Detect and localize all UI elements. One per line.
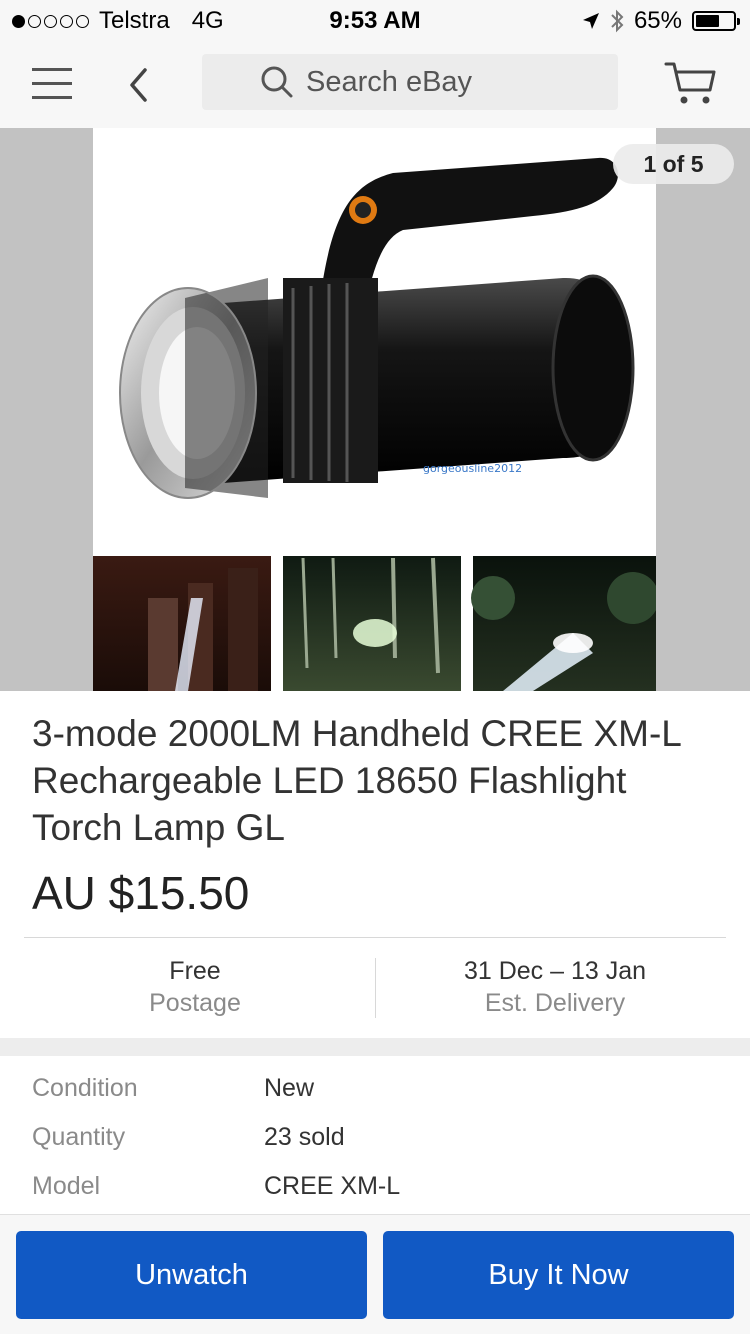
spec-row-model: Model CREE XM-L	[32, 1172, 722, 1208]
postage-secondary: Postage	[149, 989, 241, 1017]
spec-value: CREE XM-L	[264, 1172, 401, 1200]
postage-primary: Free	[169, 957, 221, 985]
spec-row-quantity: Quantity 23 sold	[32, 1123, 722, 1159]
nav-bar: Search eBay	[0, 42, 750, 128]
spec-row-condition: Condition New	[32, 1074, 722, 1110]
delivery-primary: 31 Dec – 13 Jan	[463, 957, 647, 985]
product-image[interactable]: gorgeousline2012	[93, 128, 656, 691]
postage-info: Free Postage	[20, 955, 370, 1019]
back-chevron-icon[interactable]	[118, 60, 158, 110]
status-right: 65%	[582, 7, 740, 35]
flashlight-illustration: gorgeousline2012	[93, 157, 656, 691]
battery-icon	[692, 11, 740, 31]
bluetooth-icon	[611, 9, 624, 33]
unwatch-button[interactable]: Unwatch	[16, 1231, 367, 1319]
listing-price: AU $15.50	[32, 867, 250, 919]
spec-value: New	[264, 1074, 315, 1102]
hamburger-menu-icon[interactable]	[32, 68, 72, 100]
delivery-secondary: Est. Delivery	[484, 989, 626, 1017]
image-gallery[interactable]: gorgeousline2012 1 of 5	[0, 128, 750, 691]
action-bar: Unwatch Buy It Now	[0, 1214, 750, 1334]
watermark-text: gorgeousline2012	[423, 462, 522, 475]
search-icon	[261, 66, 293, 98]
search-placeholder: Search eBay	[306, 65, 473, 98]
info-separator	[375, 958, 376, 1018]
listing-title: 3-mode 2000LM Handheld CREE XM-L Recharg…	[32, 713, 681, 848]
spec-label: Quantity	[32, 1123, 126, 1151]
spec-label: Condition	[32, 1074, 138, 1102]
location-arrow-icon	[582, 13, 599, 29]
cart-icon[interactable]	[664, 60, 718, 108]
delivery-info: 31 Dec – 13 Jan Est. Delivery	[380, 955, 730, 1019]
battery-percent: 65%	[633, 7, 682, 34]
spec-label: Model	[32, 1172, 101, 1200]
divider	[24, 937, 726, 938]
status-bar: Telstra 4G 9:53 AM 65%	[0, 0, 750, 42]
spec-value: 23 sold	[264, 1123, 345, 1151]
image-counter-badge: 1 of 5	[613, 144, 734, 184]
search-input[interactable]: Search eBay	[202, 54, 618, 110]
buy-it-now-button[interactable]: Buy It Now	[383, 1231, 734, 1319]
battery-level-fill	[696, 15, 720, 27]
section-separator	[0, 1038, 750, 1056]
